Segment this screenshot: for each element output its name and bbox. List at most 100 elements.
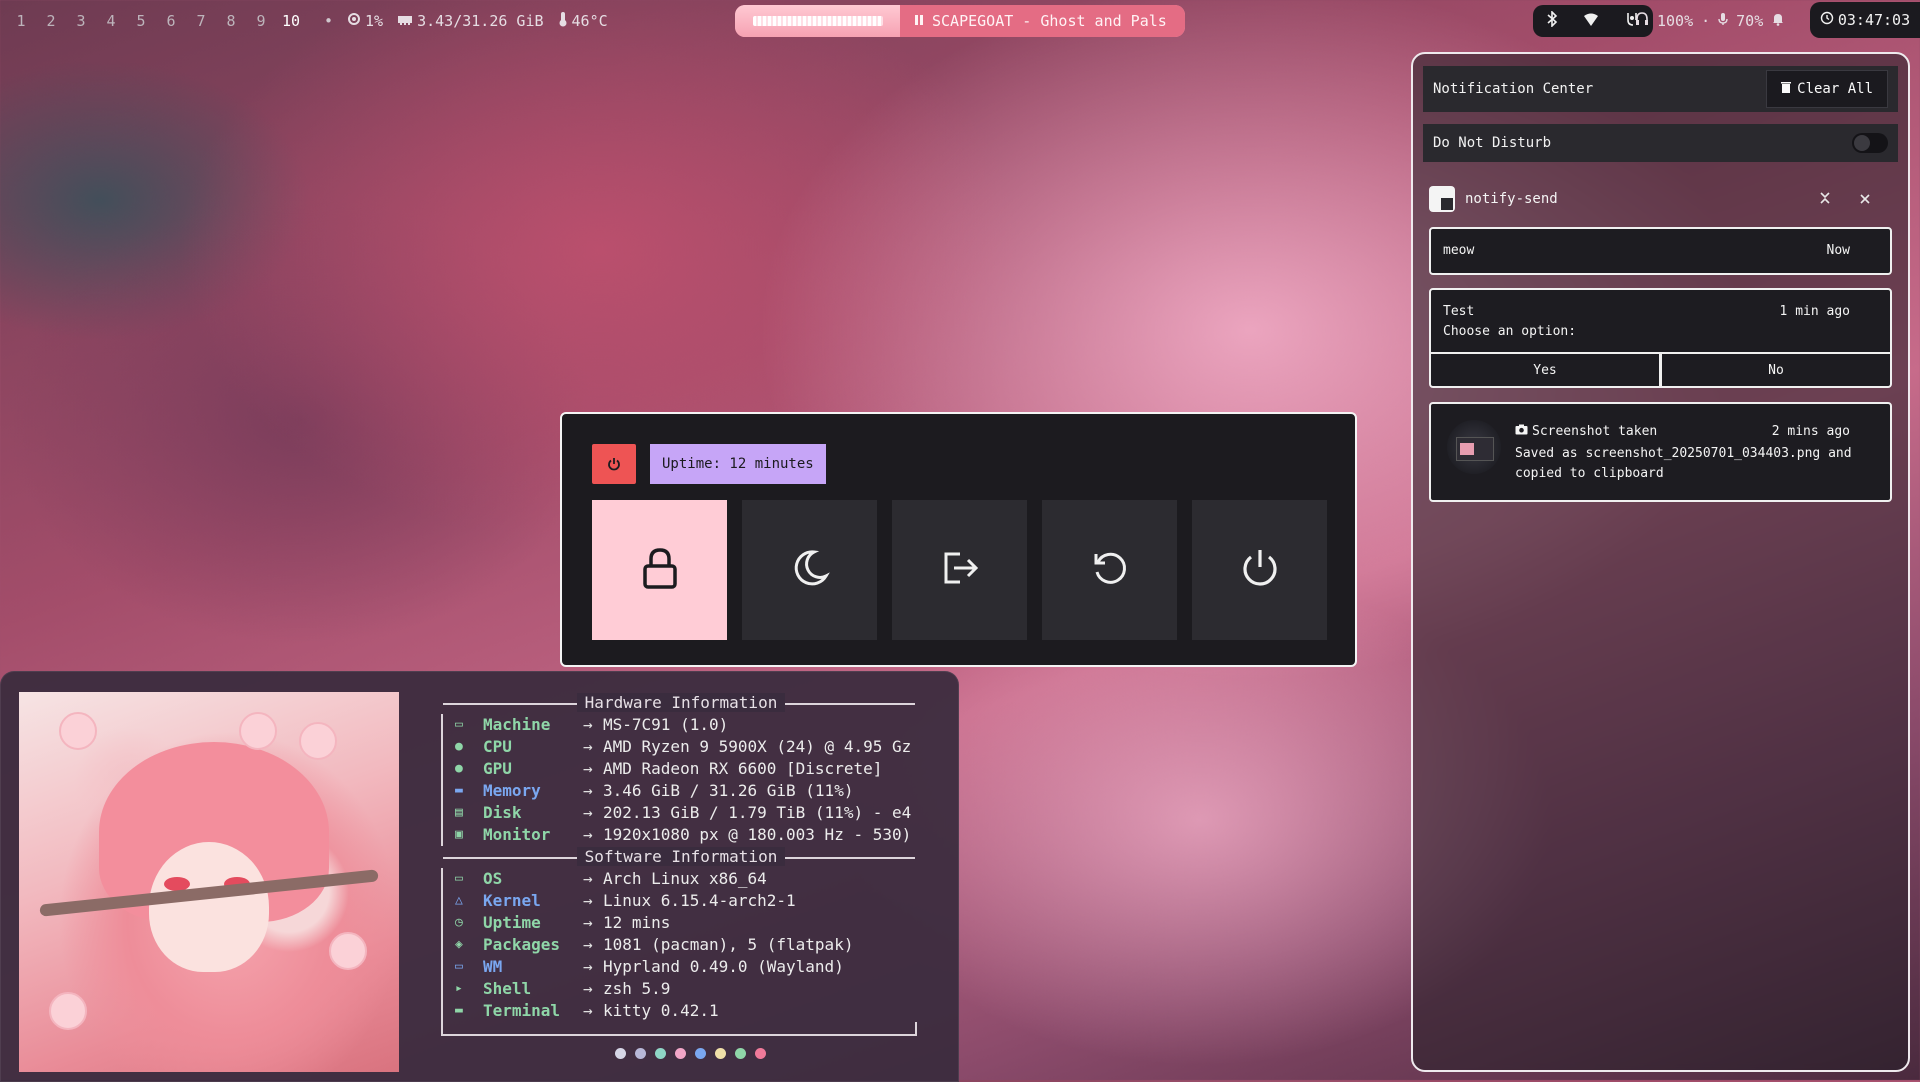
yes-button[interactable]: Yes [1431,354,1659,386]
workspace-10[interactable]: 10 [276,12,306,30]
workspace-1[interactable]: 1 [6,12,36,30]
terminal-icon: ▬ [455,1003,463,1018]
clock-widget[interactable]: 03:47:03 [1810,2,1920,38]
no-button[interactable]: No [1659,354,1890,386]
window-icon: ▭ [455,959,463,974]
workspace-2[interactable]: 2 [36,12,66,30]
software-header: Software Information [441,846,921,868]
workspace-9[interactable]: 9 [246,12,276,30]
uptime-label: Uptime: 12 minutes [650,444,826,484]
cpu-icon: ● [455,739,463,754]
notification-card[interactable]: Test Choose an option: 1 min ago Yes No [1429,288,1892,388]
notification-body: meow [1443,243,1475,258]
logout-button[interactable] [892,500,1027,640]
info-row: ● GPU → AMD Radeon RX 6600 [Discrete] [441,758,921,780]
notification-body: Saved as screenshot_20250701_034403.png … [1515,446,1852,481]
cpu-value: 1% [365,12,384,30]
volume-value[interactable]: 100% [1657,12,1693,30]
notification-group-header: notify-send [1429,184,1894,214]
power-menu: Uptime: 12 minutes [560,412,1357,667]
mic-value[interactable]: 70% [1736,12,1763,30]
bar-separator: • [324,12,334,30]
workspace-6[interactable]: 6 [156,12,186,30]
notification-card[interactable]: Screenshot taken 2 mins ago Saved as scr… [1429,402,1892,502]
do-not-disturb-row: Do Not Disturb [1423,124,1898,162]
info-row: ▣ Monitor → 1920x1080 px @ 180.003 Hz - 530… [441,824,921,846]
dnd-label: Do Not Disturb [1433,135,1552,151]
kernel-icon: △ [455,893,463,908]
palette-dot [655,1048,666,1059]
notification-header: Notification Center Clear All [1423,66,1898,112]
palette-dot [635,1048,646,1059]
notification-actions: Yes No [1431,352,1890,386]
cpu-usage[interactable]: 1% [347,12,383,30]
palette-dot [675,1048,686,1059]
clock-time: 03:47:03 [1837,11,1911,29]
camera-icon [1515,424,1528,439]
pause-icon[interactable] [914,12,924,30]
media-track[interactable]: SCAPEGOAT - Ghost and Pals [900,5,1185,37]
notification-time: Now [1826,243,1850,258]
info-row: ▭ OS → Arch Linux x86_64 [441,868,921,890]
collapse-icon[interactable] [1819,190,1831,209]
media-title: SCAPEGOAT - Ghost and Pals [932,12,1167,30]
workspace-7[interactable]: 7 [186,12,216,30]
laptop-icon: ▭ [455,717,463,732]
palette-dot [715,1048,726,1059]
fastfetch-window: Hardware Information ▭ Machine → MS-7C91 (1… [0,671,959,1082]
dnd-toggle[interactable] [1852,133,1888,153]
hardware-header: Hardware Information [441,692,921,714]
microphone-icon[interactable] [1718,12,1728,30]
notification-title: Notification Center [1433,81,1594,97]
memory-icon [397,12,413,30]
color-palette [615,1048,766,1059]
notification-card[interactable]: meow Now [1429,227,1892,275]
info-row: ● CPU → AMD Ryzen 9 5900X (24) @ 4.95 Gz [441,736,921,758]
power-off-icon [1240,547,1280,593]
wifi-icon[interactable] [1583,12,1599,31]
lock-button[interactable] [592,500,727,640]
notification-title-wrap: Screenshot taken [1515,424,1657,439]
info-row: ◷ Uptime → 12 mins [441,912,921,934]
info-row: ▭ WM → Hyprland 0.49.0 (Wayland) [441,956,921,978]
system-info: Hardware Information ▭ Machine → MS-7C91 (1… [441,692,921,1036]
workspace-3[interactable]: 3 [66,12,96,30]
shell-icon: ▸ [455,981,463,996]
workspace-4[interactable]: 4 [96,12,126,30]
info-row: △ Kernel → Linux 6.15.4-arch2-1 [441,890,921,912]
suspend-button[interactable] [742,500,877,640]
reboot-icon [1090,548,1130,592]
memory-usage[interactable]: 3.43/31.26 GiB [397,12,544,30]
app-icon [1429,186,1455,212]
screenshot-thumbnail [1447,420,1501,474]
info-row: ▬ Terminal → kitty 0.42.1 [441,1000,921,1022]
headphones-icon[interactable] [1635,12,1649,30]
media-widget[interactable]: SCAPEGOAT - Ghost and Pals [735,5,1185,37]
shutdown-button[interactable] [1192,500,1327,640]
palette-dot [695,1048,706,1059]
cpu-icon [347,12,361,30]
info-row: ▭ Machine → MS-7C91 (1.0) [441,714,921,736]
os-icon: ▭ [455,871,463,886]
bluetooth-icon[interactable] [1546,10,1558,31]
clear-all-button[interactable]: Clear All [1766,70,1888,108]
memory-icon: ▬ [455,783,463,798]
notification-body: Choose an option: [1443,324,1577,339]
info-row: ▬ Memory → 3.46 GiB / 31.26 GiB (11%) [441,780,921,802]
bell-icon[interactable] [1771,12,1785,30]
temperature-value: 46°C [571,12,608,30]
trash-icon [1781,81,1792,97]
workspace-8[interactable]: 8 [216,12,246,30]
notification-title: Test [1443,304,1475,319]
temperature[interactable]: 46°C [558,11,608,31]
palette-dot [755,1048,766,1059]
lock-icon [640,546,680,594]
close-icon[interactable] [1859,190,1871,209]
bar-dot: · [1701,12,1711,30]
info-row: ▤ Disk → 202.13 GiB / 1.79 TiB (11%) - e4 [441,802,921,824]
notification-title: Screenshot taken [1532,424,1658,439]
info-row: ◈ Packages → 1081 (pacman), 5 (flatpak) [441,934,921,956]
reboot-button[interactable] [1042,500,1177,640]
notification-time: 2 mins ago [1771,424,1850,439]
workspace-5[interactable]: 5 [126,12,156,30]
